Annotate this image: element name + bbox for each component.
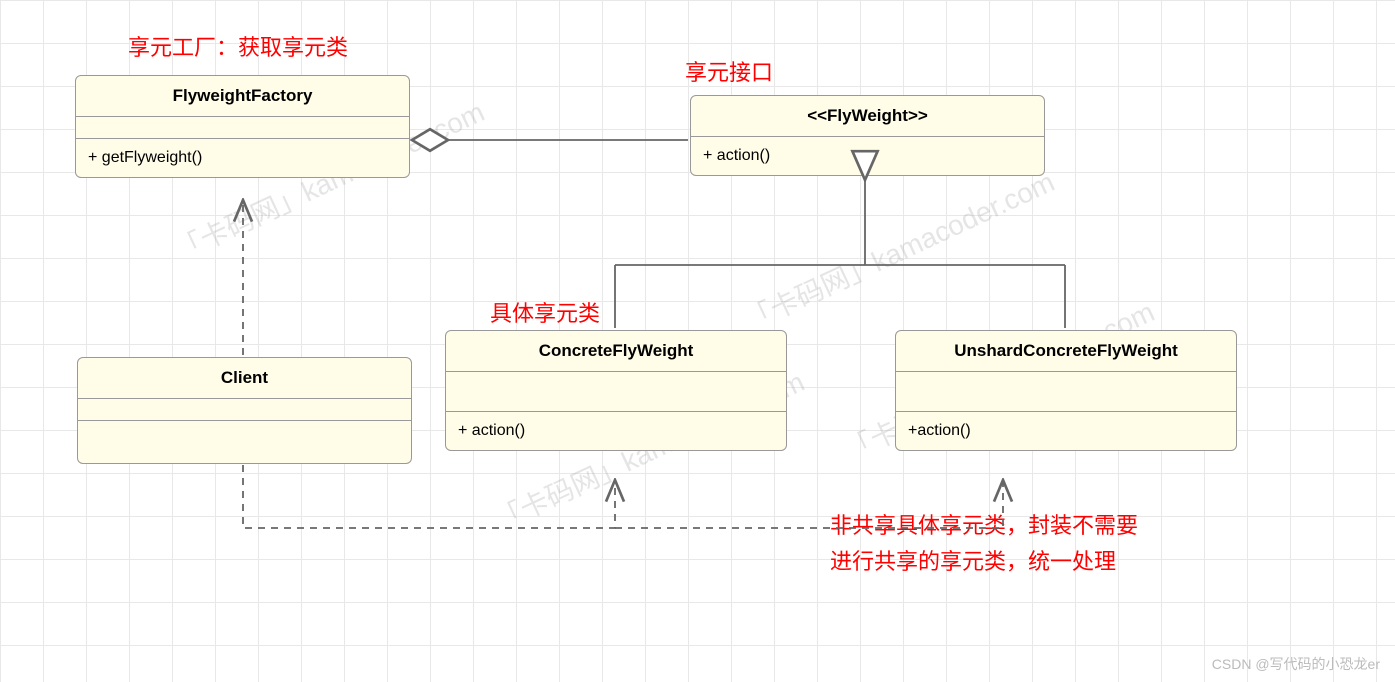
annotation-unshared-2: 进行共享的享元类，统一处理 xyxy=(830,544,1116,576)
annotation-interface: 享元接口 xyxy=(685,55,773,87)
class-unshared-flyweight: UnshardConcreteFlyWeight +action() xyxy=(895,330,1237,451)
annotation-concrete: 具体享元类 xyxy=(490,296,600,328)
class-ops: +action() xyxy=(896,412,1236,450)
class-title: ConcreteFlyWeight xyxy=(446,331,786,372)
class-ops: + action() xyxy=(691,137,1044,175)
class-client: Client xyxy=(77,357,412,464)
class-title: UnshardConcreteFlyWeight xyxy=(896,331,1236,372)
class-ops xyxy=(78,421,411,463)
class-title: <<FlyWeight>> xyxy=(691,96,1044,137)
annotation-factory: 享元工厂：获取享元类 xyxy=(128,30,348,62)
class-attrs xyxy=(896,372,1236,412)
class-flyweight-interface: <<FlyWeight>> + action() xyxy=(690,95,1045,176)
class-attrs xyxy=(76,117,409,139)
class-title: FlyweightFactory xyxy=(76,76,409,117)
class-title: Client xyxy=(78,358,411,399)
class-attrs xyxy=(78,399,411,421)
class-concrete-flyweight: ConcreteFlyWeight + action() xyxy=(445,330,787,451)
class-attrs xyxy=(446,372,786,412)
annotation-unshared-1: 非共享具体享元类，封装不需要 xyxy=(830,508,1138,540)
class-ops: + action() xyxy=(446,412,786,450)
credit-watermark: CSDN @写代码的小恐龙er xyxy=(1212,654,1380,674)
class-flyweight-factory: FlyweightFactory + getFlyweight() xyxy=(75,75,410,178)
class-ops: + getFlyweight() xyxy=(76,139,409,177)
